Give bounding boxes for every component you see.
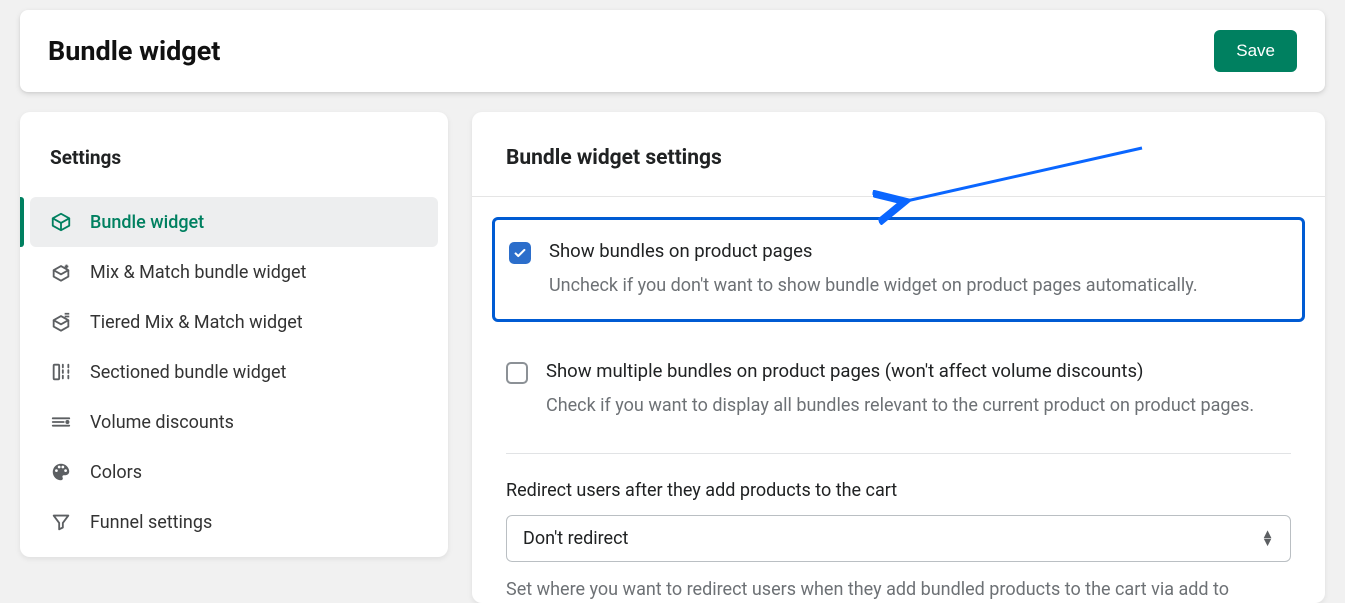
sidebar-item-label: Bundle widget bbox=[90, 212, 204, 233]
page-title: Bundle widget bbox=[48, 35, 220, 67]
funnel-icon bbox=[50, 511, 72, 533]
sidebar-heading: Settings bbox=[20, 112, 448, 197]
panel-heading: Bundle widget settings bbox=[472, 112, 1325, 197]
setting-desc: Uncheck if you don't want to show bundle… bbox=[549, 272, 1198, 299]
show-bundles-checkbox[interactable] bbox=[509, 242, 531, 264]
setting-title: Show multiple bundles on product pages (… bbox=[546, 360, 1254, 382]
sidebar-item-label: Tiered Mix & Match widget bbox=[90, 312, 303, 333]
sidebar-item-mix-match[interactable]: Mix & Match bundle widget bbox=[30, 247, 438, 297]
palette-icon bbox=[50, 461, 72, 483]
sidebar-item-label: Mix & Match bundle widget bbox=[90, 262, 306, 283]
box-tier-icon bbox=[50, 311, 72, 333]
sidebar-item-colors[interactable]: Colors bbox=[30, 447, 438, 497]
sidebar-item-label: Sectioned bundle widget bbox=[90, 362, 286, 383]
check-icon bbox=[513, 246, 527, 260]
redirect-section: Redirect users after they add products t… bbox=[472, 464, 1325, 603]
sidebar-item-volume-discounts[interactable]: Volume discounts bbox=[30, 397, 438, 447]
setting-title: Show bundles on product pages bbox=[549, 240, 1198, 262]
discount-icon bbox=[50, 411, 72, 433]
redirect-label: Redirect users after they add products t… bbox=[506, 480, 1291, 501]
sidebar-item-bundle-widget[interactable]: Bundle widget bbox=[30, 197, 438, 247]
divider bbox=[506, 453, 1291, 454]
redirect-help-text: Set where you want to redirect users whe… bbox=[506, 576, 1291, 603]
sidebar-list: Bundle widget Mix & Match bundle widget … bbox=[20, 197, 448, 557]
setting-show-multiple: Show multiple bundles on product pages (… bbox=[492, 336, 1305, 443]
box-plus-icon bbox=[50, 261, 72, 283]
box-icon bbox=[50, 211, 72, 233]
sections-icon bbox=[50, 361, 72, 383]
select-caret-icon: ▲▼ bbox=[1261, 531, 1274, 547]
redirect-selected-value: Don't redirect bbox=[523, 528, 628, 549]
settings-sidebar: Settings Bundle widget Mix & Match bundl… bbox=[20, 112, 448, 557]
header-bar: Bundle widget Save bbox=[20, 10, 1325, 92]
setting-desc: Check if you want to display all bundles… bbox=[546, 392, 1254, 419]
sidebar-item-tiered-mix-match[interactable]: Tiered Mix & Match widget bbox=[30, 297, 438, 347]
setting-show-bundles: Show bundles on product pages Uncheck if… bbox=[492, 217, 1305, 322]
show-multiple-checkbox[interactable] bbox=[506, 362, 528, 384]
sidebar-item-label: Volume discounts bbox=[90, 412, 234, 433]
redirect-select[interactable]: Don't redirect ▲▼ bbox=[506, 515, 1291, 562]
main-settings-panel: Bundle widget settings Show bundles on p… bbox=[472, 112, 1325, 603]
sidebar-item-sectioned[interactable]: Sectioned bundle widget bbox=[30, 347, 438, 397]
sidebar-item-funnel[interactable]: Funnel settings bbox=[30, 497, 438, 547]
save-button[interactable]: Save bbox=[1214, 30, 1297, 72]
sidebar-item-label: Funnel settings bbox=[90, 512, 212, 533]
sidebar-item-label: Colors bbox=[90, 462, 142, 483]
